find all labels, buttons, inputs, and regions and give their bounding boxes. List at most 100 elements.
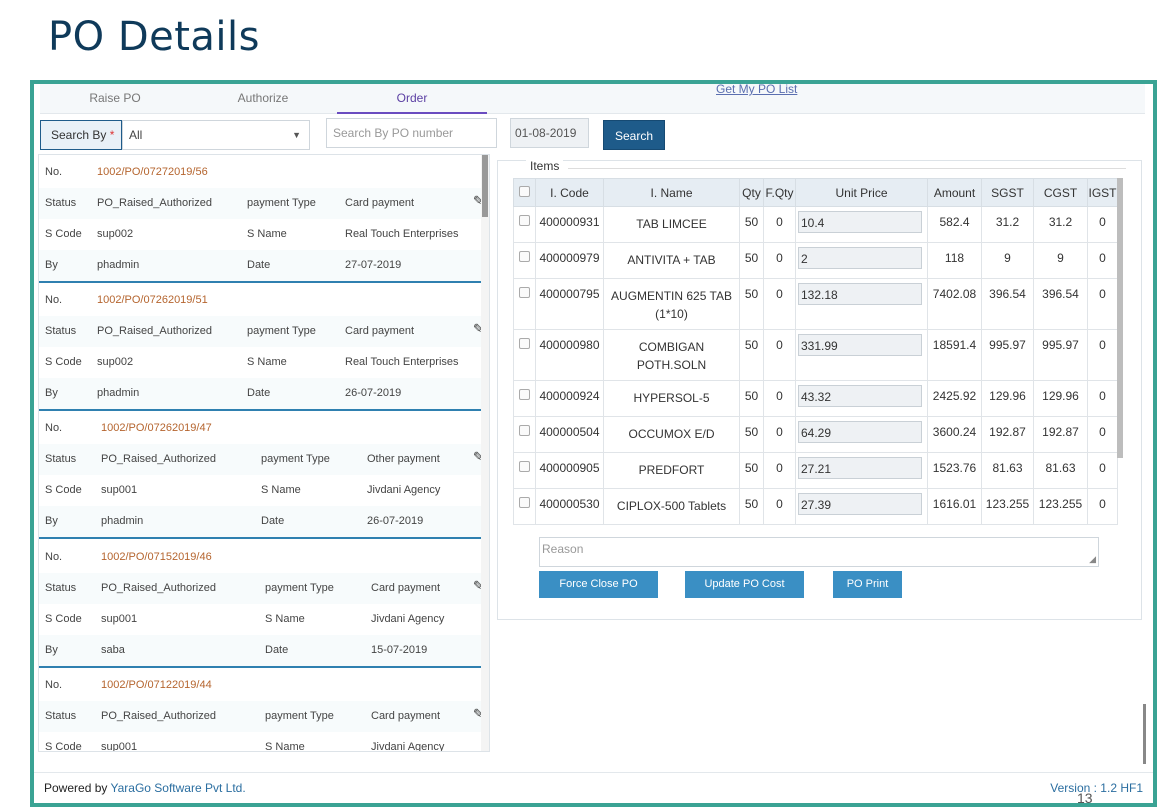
payment-type-label: payment Type [265,582,334,594]
payment-type-value: Card payment [371,582,441,594]
by-value: saba [101,644,125,656]
scode-label: S Code [45,356,82,368]
po-print-button[interactable]: PO Print [833,571,902,598]
po-list-scrollbar-thumb[interactable] [482,155,488,217]
po-card-row: S Code sup001 S Name Jivdani Agency [39,604,483,635]
scode-label: S Code [45,613,82,625]
unit-price-input[interactable]: 64.29 [798,421,922,443]
po-number[interactable]: 1002/PO/07262019/51 [97,285,208,316]
search-button[interactable]: Search [603,120,665,150]
item-code: 400000924 [535,380,604,417]
by-label: By [45,259,58,271]
unit-price-cell: 27.39 [795,488,928,525]
item-igst: 0 [1087,278,1118,330]
scode-label: S Code [45,484,82,496]
po-card[interactable]: No. 1002/PO/07152019/46 Status PO_Raised_Au… [39,540,489,668]
col-header-name: I. Name [603,178,740,207]
item-qty: 50 [739,329,764,381]
item-checkbox[interactable] [519,425,530,436]
item-name: TAB LIMCEE [603,206,740,243]
po-number[interactable]: 1002/PO/07122019/44 [101,670,212,701]
company-link[interactable]: YaraGo Software Pvt Ltd. [111,781,246,795]
col-header-qty: Qty [739,178,764,207]
item-fqty: 0 [763,380,796,417]
item-name: OCCUMOX E/D [603,416,740,453]
item-sgst: 81.63 [981,452,1034,489]
date-label: Date [247,387,271,399]
date-input[interactable]: 01-08-2019 [510,118,589,148]
page-scrollbar[interactable] [1143,114,1147,764]
po-card[interactable]: No. 1002/PO/07272019/56 Status PO_Raised_Au… [39,155,489,283]
item-checkbox[interactable] [519,461,530,472]
tab-order[interactable]: Order [337,84,487,114]
po-number-search-input[interactable]: Search By PO number [326,118,497,148]
unit-price-input[interactable]: 27.21 [798,457,922,479]
sname-value: Real Touch Enterprises [345,228,459,240]
po-number[interactable]: 1002/PO/07152019/46 [101,542,212,573]
version-text: Version : 1.2 HF1 [1050,781,1143,795]
update-po-cost-button[interactable]: Update PO Cost [685,571,804,598]
payment-type-label: payment Type [265,710,334,722]
item-sgst: 129.96 [981,380,1034,417]
payment-type-value: Card payment [345,197,415,209]
status-value: PO_Raised_Authorized [101,582,216,594]
unit-price-cell: 331.99 [795,329,928,381]
unit-price-input[interactable]: 10.4 [798,211,922,233]
footer-credit: Powered by YaraGo Software Pvt Ltd. [44,773,246,803]
unit-price-input[interactable]: 27.39 [798,493,922,515]
required-mark: * [109,128,115,142]
search-by-label[interactable]: Search By * [40,120,122,150]
reason-textarea[interactable]: Reason ◢ [539,537,1099,567]
item-select-cell [513,329,536,381]
item-name: COMBIGAN POTH.SOLN [603,329,740,381]
po-card-row: S Code sup001 S Name Jivdani Agency [39,732,483,751]
select-all-header [513,178,536,207]
item-checkbox[interactable] [519,215,530,226]
date-value: 26-07-2019 [367,515,424,527]
tab-authorize[interactable]: Authorize [188,84,338,114]
item-checkbox[interactable] [519,338,530,349]
item-cgst: 81.63 [1033,452,1088,489]
unit-price-input[interactable]: 2 [798,247,922,269]
unit-price-input[interactable]: 132.18 [798,283,922,305]
po-card[interactable]: No. 1002/PO/07262019/47 Status PO_Raised_Au… [39,411,489,539]
get-my-po-list-link[interactable]: Get My PO List [716,84,797,96]
sname-label: S Name [247,356,287,368]
item-qty: 50 [739,488,764,525]
search-by-select[interactable]: All ▼ [122,120,310,150]
po-card[interactable]: No. 1002/PO/07262019/51 Status PO_Raised_Au… [39,283,489,411]
po-number[interactable]: 1002/PO/07272019/56 [97,157,208,188]
item-checkbox[interactable] [519,389,530,400]
unit-price-input[interactable]: 331.99 [798,334,922,356]
item-fqty: 0 [763,488,796,525]
by-label: By [45,515,58,527]
item-name: ANTIVITA + TAB [603,242,740,279]
by-value: phadmin [101,515,144,527]
po-number[interactable]: 1002/PO/07262019/47 [101,413,212,444]
item-fqty: 0 [763,416,796,453]
resize-grip-icon[interactable]: ◢ [1089,554,1096,565]
po-card[interactable]: No. 1002/PO/07122019/44 Status PO_Raised_Au… [39,668,489,751]
po-list-scrollbar[interactable] [481,155,489,751]
unit-price-input[interactable]: 43.32 [798,385,922,407]
item-amount: 7402.08 [927,278,982,330]
item-igst: 0 [1087,242,1118,279]
item-checkbox[interactable] [519,251,530,262]
item-qty: 50 [739,278,764,330]
item-igst: 0 [1087,452,1118,489]
select-all-checkbox[interactable] [519,185,530,197]
item-checkbox[interactable] [519,287,530,298]
item-cgst: 396.54 [1033,278,1088,330]
status-value: PO_Raised_Authorized [101,453,216,465]
unit-price-cell: 43.32 [795,380,928,417]
col-header-amount: Amount [927,178,982,207]
dropdown-caret-icon: ▼ [292,130,301,140]
item-fqty: 0 [763,206,796,243]
payment-type-label: payment Type [247,197,316,209]
po-detail-panel: Items I. Code I. Name Qty F.Qty Unit Pri… [497,159,1142,620]
page-scrollbar-thumb[interactable] [1143,704,1146,764]
tab-raise-po[interactable]: Raise PO [40,84,190,114]
items-table-scrollbar[interactable] [1117,178,1123,458]
force-close-po-button[interactable]: Force Close PO [539,571,658,598]
item-checkbox[interactable] [519,497,530,508]
